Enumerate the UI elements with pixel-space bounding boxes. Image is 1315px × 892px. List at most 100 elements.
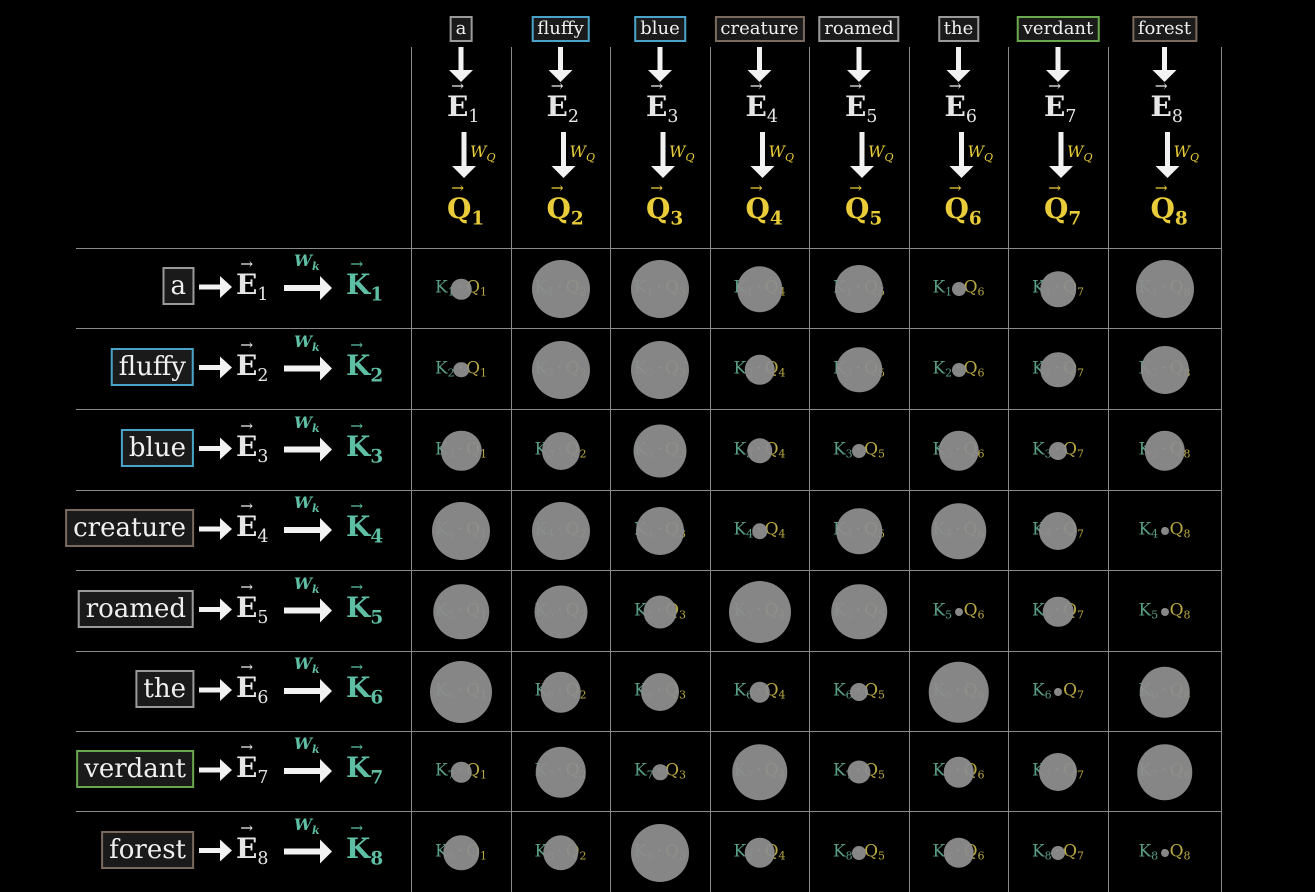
query-index: 6: [977, 849, 985, 862]
query-weight-subscript: Q: [585, 151, 595, 164]
row-word-token: a: [162, 267, 194, 305]
query-index: 3: [679, 768, 687, 782]
vector-arrow-icon: →: [350, 577, 364, 596]
query-weight-symbol: W: [470, 142, 487, 161]
query-weight-symbol: W: [569, 142, 586, 161]
attention-score-circle: [1139, 666, 1190, 718]
vector-subscript: 1: [257, 285, 269, 306]
embedding-vector-e7: → E7: [236, 738, 269, 789]
attention-score-circle: [531, 340, 590, 399]
vector-arrow-icon: →: [1048, 77, 1062, 96]
attention-score-circle: [749, 681, 770, 703]
vector-subscript: 5: [257, 607, 269, 628]
vector-subscript: 4: [766, 107, 778, 128]
query-index: 6: [977, 608, 985, 621]
key-weight-symbol: W: [294, 814, 312, 834]
attention-score-circle: [1049, 441, 1067, 460]
key-weight-label: Wk: [294, 493, 320, 515]
vector-arrow-icon: →: [240, 416, 254, 435]
query-index: 8: [1183, 608, 1191, 621]
key-symbol: K: [932, 600, 946, 620]
key-weight-label: Wk: [294, 815, 320, 837]
attention-score-circle: [643, 595, 677, 628]
query-weight-subscript: Q: [1189, 151, 1199, 164]
row-word-token: fluffy: [110, 347, 194, 386]
query-symbol: Q: [1063, 680, 1078, 701]
query-weight-label: WQ: [570, 142, 595, 164]
row-word-token: forest: [101, 830, 194, 869]
embedding-vector-e3: → E3: [236, 417, 269, 467]
query-index: 6: [977, 285, 985, 299]
key-weight-subscript: k: [311, 260, 320, 273]
key-term: K3: [833, 439, 853, 460]
key-vector-k8: → K8: [346, 819, 383, 869]
key-term: K7: [634, 761, 654, 782]
attention-score-circle: [636, 507, 684, 555]
embed-right-arrow: [199, 437, 232, 460]
attention-score-circle: [954, 607, 963, 616]
key-weight-label: Wk: [294, 654, 320, 676]
embed-right-arrow: [199, 598, 232, 621]
attention-score-circle: [631, 823, 689, 882]
vector-arrow-icon: →: [240, 255, 254, 274]
query-index: 5: [878, 768, 886, 782]
query-vector-q8: → Q8: [1151, 179, 1188, 229]
attention-score-circle: [542, 834, 579, 871]
key-symbol: K: [733, 519, 747, 540]
key-weight-subscript: k: [311, 502, 320, 515]
attention-score-circle: [951, 362, 966, 377]
row-word-token: blue: [120, 428, 194, 467]
key-index: 5: [945, 608, 953, 621]
vector-subscript: 4: [257, 527, 269, 548]
query-symbol: Q: [1063, 841, 1078, 861]
query-symbol: Q: [1169, 841, 1184, 861]
query-term: Q6: [964, 278, 985, 299]
key-weight-symbol: W: [294, 654, 312, 673]
vector-subscript: 2: [567, 107, 579, 128]
embedding-vector-e1: → E1: [447, 77, 479, 127]
attention-score-circle: [540, 671, 581, 713]
vector-arrow-icon: →: [550, 179, 564, 198]
query-vector-q1: → Q1: [447, 179, 484, 229]
attention-score-circle: [751, 523, 768, 539]
attention-score-circle: [1135, 260, 1194, 318]
attention-score-circle: [641, 673, 679, 711]
query-symbol: Q: [864, 841, 879, 861]
key-weight-label: Wk: [294, 413, 320, 435]
vector-arrow-icon: →: [350, 738, 364, 757]
vector-subscript: 6: [968, 208, 982, 230]
attention-score-circle: [432, 502, 490, 560]
attention-score-circle: [744, 354, 775, 385]
attention-score-circle: [633, 424, 687, 477]
vector-subscript: 3: [257, 446, 269, 467]
query-weight-label: WQ: [470, 142, 495, 164]
vector-subscript: 1: [370, 284, 384, 306]
attention-score-circle: [631, 260, 689, 318]
attention-score-circle: [835, 265, 883, 313]
query-index: 8: [1183, 527, 1191, 541]
vector-arrow-icon: →: [350, 818, 364, 837]
key-weight-subscript: k: [311, 340, 320, 354]
vector-subscript: 5: [866, 107, 878, 128]
attention-score-circle: [836, 346, 882, 393]
key-term: K8: [833, 841, 853, 862]
vector-arrow-icon: →: [240, 497, 254, 516]
embedding-vector-e2: → E2: [547, 77, 579, 128]
embed-right-arrow: [199, 356, 232, 379]
key-vector-k1: → K1: [346, 255, 384, 306]
query-weight-subscript: Q: [486, 151, 496, 164]
attention-score-circle: [744, 837, 775, 868]
vector-arrow-icon: →: [350, 416, 364, 435]
vector-subscript: 2: [570, 208, 584, 230]
attention-score-circle: [928, 661, 989, 723]
vector-subscript: 7: [257, 768, 269, 789]
query-index: 7: [1077, 447, 1085, 460]
attention-score-circle: [1042, 596, 1074, 627]
key-term: K8: [1138, 841, 1158, 862]
attention-score-circle: [443, 834, 479, 871]
key-vector-k7: → K7: [346, 738, 383, 788]
attention-score-circle: [541, 431, 580, 470]
vector-subscript: 6: [257, 688, 269, 709]
attention-score-circle: [831, 583, 887, 640]
column-word-token: forest: [1131, 16, 1198, 42]
